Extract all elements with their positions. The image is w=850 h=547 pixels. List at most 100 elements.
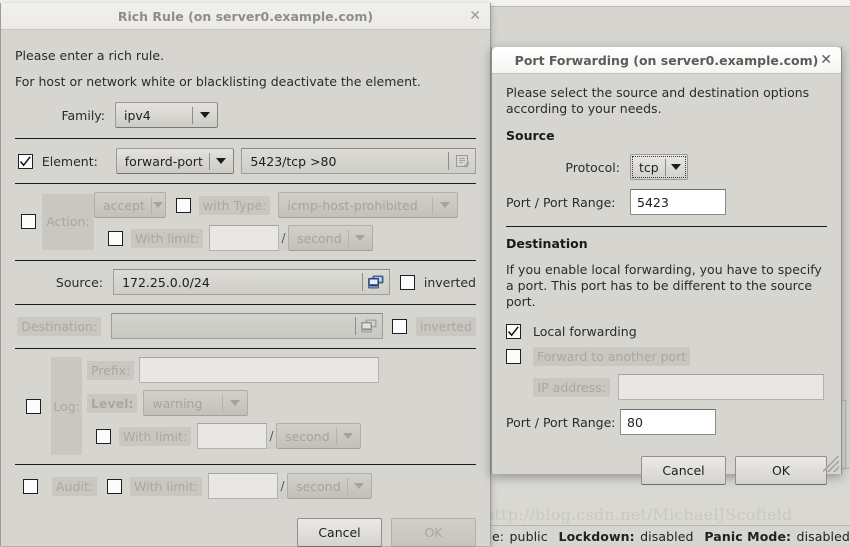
source-port-row: Port / Port Range: 5423 bbox=[506, 189, 827, 215]
log-level-label: Level: bbox=[87, 393, 138, 413]
local-forwarding-checkbox[interactable] bbox=[506, 324, 521, 339]
port-forwarding-dialog: Port Forwarding (on server0.example.com)… bbox=[491, 47, 842, 485]
log-with-limit-checkbox bbox=[96, 428, 111, 444]
status-lockdown-value: disabled bbox=[640, 528, 694, 544]
ip-address-label: IP address: bbox=[533, 377, 610, 397]
computer-icon bbox=[368, 275, 384, 289]
forward-another-row: Forward to another port bbox=[506, 347, 827, 366]
port-forwarding-titlebar[interactable]: Port Forwarding (on server0.example.com)… bbox=[492, 47, 841, 74]
element-value-entry[interactable]: 5423/tcp >80 bbox=[241, 148, 476, 174]
edit-dialog-icon bbox=[455, 155, 470, 168]
port-forwarding-cancel-button[interactable]: Cancel bbox=[641, 456, 726, 485]
log-limit-unit-combobox: second bbox=[276, 423, 362, 449]
port-forwarding-title: Port Forwarding (on server0.example.com) bbox=[514, 52, 819, 68]
log-limit-entry bbox=[197, 423, 268, 449]
audit-limit-unit-value: second bbox=[296, 478, 341, 494]
source-inverted-label: inverted bbox=[423, 274, 476, 290]
family-row: Family: ipv4 bbox=[15, 102, 476, 128]
action-checkbox[interactable] bbox=[21, 214, 36, 229]
port-forwarding-intro: Please select the source and destination… bbox=[506, 85, 810, 116]
action-limit-row: With limit: / second bbox=[94, 225, 476, 251]
source-entry[interactable]: 172.25.0.0/24 bbox=[113, 269, 391, 295]
chevron-down-icon bbox=[223, 400, 247, 406]
action-limit-separator: / bbox=[279, 225, 289, 251]
log-limit-row: With limit: / second bbox=[82, 423, 476, 449]
log-row: Log: Prefix: Level: warning With limit: … bbox=[15, 357, 476, 455]
chevron-down-icon bbox=[337, 433, 360, 439]
source-picker-button[interactable] bbox=[363, 270, 389, 294]
log-with-limit-label: With limit: bbox=[119, 426, 192, 446]
log-label: Log: bbox=[51, 357, 82, 455]
ip-address-row: IP address: bbox=[506, 374, 827, 400]
family-combobox[interactable]: ipv4 bbox=[115, 102, 218, 128]
destination-entry bbox=[111, 313, 383, 339]
divider-action bbox=[15, 260, 476, 261]
chevron-down-icon bbox=[433, 202, 457, 208]
element-checkbox[interactable] bbox=[17, 153, 33, 169]
chevron-down-icon bbox=[349, 235, 372, 241]
computer-icon bbox=[360, 319, 377, 333]
resize-grip[interactable] bbox=[823, 456, 839, 472]
action-with-limit-checkbox bbox=[108, 230, 123, 246]
dest-port-value: 80 bbox=[627, 414, 643, 430]
status-zone-value: public bbox=[509, 528, 548, 544]
audit-limit-unit-combobox: second bbox=[287, 473, 373, 499]
rich-rule-button-bar: Cancel OK bbox=[15, 518, 476, 547]
ip-address-input bbox=[618, 374, 824, 400]
destination-heading: Destination bbox=[506, 236, 588, 251]
rich-rule-cancel-button[interactable]: Cancel bbox=[297, 518, 382, 547]
action-limit-unit-combobox: second bbox=[288, 225, 374, 251]
close-icon[interactable]: ✕ bbox=[469, 9, 481, 23]
rich-rule-titlebar[interactable]: Rich Rule (on server0.example.com) ✕ bbox=[1, 3, 490, 30]
divider-family bbox=[15, 138, 476, 139]
chevron-down-icon bbox=[152, 202, 166, 208]
close-icon[interactable]: ✕ bbox=[820, 53, 832, 67]
source-inverted-checkbox[interactable] bbox=[400, 274, 416, 290]
protocol-label: Protocol: bbox=[565, 159, 620, 175]
dest-port-input[interactable]: 80 bbox=[620, 409, 716, 435]
destination-inverted-label: inverted bbox=[415, 316, 476, 336]
action-type-value: accept bbox=[103, 197, 145, 213]
element-row: Element: forward-port 5423/tcp >80 bbox=[15, 148, 476, 174]
rich-rule-intro-line1: Please enter a rich rule. bbox=[15, 48, 165, 63]
log-checkbox[interactable] bbox=[25, 398, 41, 414]
destination-inverted-checkbox bbox=[392, 318, 408, 334]
forward-another-port-label: Forward to another port bbox=[533, 347, 691, 366]
source-row: Source: 172.25.0.0/24 inverted bbox=[15, 269, 476, 295]
element-type-combobox[interactable]: forward-port bbox=[115, 148, 234, 174]
status-panic-label: Panic Mode: bbox=[704, 528, 792, 544]
chevron-down-icon bbox=[210, 158, 233, 164]
log-prefix-label: Prefix: bbox=[87, 360, 135, 380]
check-icon bbox=[19, 155, 31, 166]
action-row: Action: accept with Type: icmp-host-proh… bbox=[15, 192, 476, 251]
source-value: 172.25.0.0/24 bbox=[122, 274, 210, 290]
element-label: Element: bbox=[41, 153, 98, 169]
source-port-value: 5423 bbox=[637, 194, 669, 210]
audit-checkbox[interactable] bbox=[22, 478, 38, 494]
audit-with-limit-checkbox bbox=[107, 478, 122, 494]
action-type-row: accept with Type: icmp-host-prohibited bbox=[94, 192, 476, 218]
audit-row: Audit: With limit: / second bbox=[15, 473, 476, 499]
port-forwarding-ok-button[interactable]: OK bbox=[735, 456, 827, 485]
rich-rule-body: Please enter a rich rule. For host or ne… bbox=[1, 30, 490, 547]
log-prefix-row: Prefix: bbox=[82, 357, 476, 383]
protocol-combobox[interactable]: tcp bbox=[630, 154, 688, 180]
local-forwarding-label: Local forwarding bbox=[533, 324, 637, 339]
action-with-limit-label: With limit: bbox=[131, 228, 204, 248]
divider-source bbox=[15, 304, 476, 305]
destination-row: Destination: inverted bbox=[15, 313, 476, 339]
status-panic-value: disabled bbox=[796, 528, 850, 544]
source-port-input[interactable]: 5423 bbox=[630, 189, 726, 215]
dest-port-row: Port / Port Range: 80 bbox=[506, 409, 827, 435]
forward-another-port-checkbox[interactable] bbox=[506, 349, 521, 364]
action-type-combobox: accept bbox=[94, 192, 166, 218]
log-limit-separator: / bbox=[267, 423, 277, 449]
element-value-text: 5423/tcp >80 bbox=[250, 153, 337, 169]
element-settings-button[interactable] bbox=[449, 149, 475, 173]
dest-port-label: Port / Port Range: bbox=[506, 414, 616, 430]
audit-label: Audit: bbox=[52, 476, 97, 496]
destination-note: If you enable local forwarding, you have… bbox=[506, 262, 822, 309]
rich-rule-title: Rich Rule (on server0.example.com) bbox=[117, 8, 374, 24]
rich-rule-dialog: Rich Rule (on server0.example.com) ✕ Ple… bbox=[0, 3, 491, 547]
log-level-row: Level: warning bbox=[82, 390, 476, 416]
